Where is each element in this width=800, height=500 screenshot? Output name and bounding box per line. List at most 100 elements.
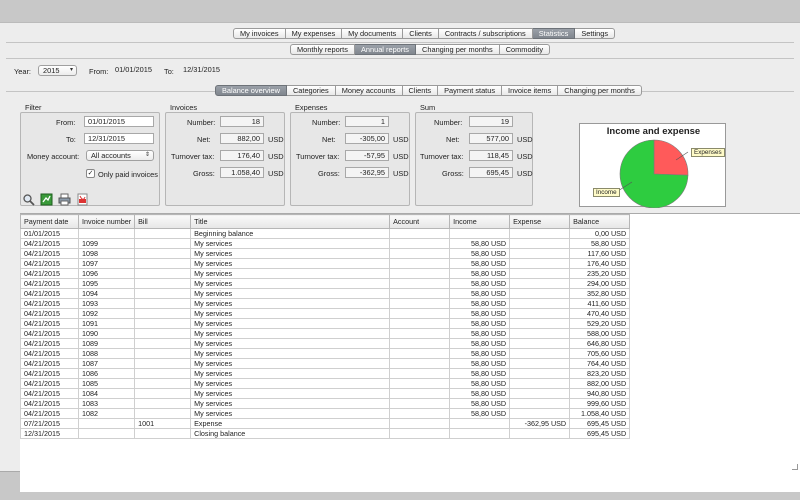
- subtab-commodity[interactable]: Commodity: [499, 44, 551, 55]
- table-row[interactable]: 04/21/2015 1083 My services 58,80 USD 999,60…: [20, 398, 631, 409]
- sum-gross-label: Gross:: [442, 169, 464, 178]
- column-header[interactable]: Payment date: [20, 214, 79, 229]
- table-cell: [509, 268, 571, 279]
- column-header[interactable]: Account: [389, 214, 451, 229]
- period-to-date[interactable]: 12/31/2015: [180, 65, 226, 76]
- window-resize-grip[interactable]: [792, 464, 798, 470]
- subtab-monthly-reports[interactable]: Monthly reports: [290, 44, 355, 55]
- only-paid-checkbox[interactable]: ✓: [86, 169, 95, 178]
- column-header[interactable]: Balance: [569, 214, 631, 229]
- tab-settings[interactable]: Settings: [575, 28, 616, 39]
- table-row[interactable]: 01/01/2015 Beginning balance 0,00 USD: [20, 228, 631, 239]
- viewtab-balance-overview[interactable]: Balance overview: [215, 85, 287, 96]
- table-cell: [509, 328, 571, 339]
- table-cell: 58,80 USD: [449, 388, 511, 399]
- table-cell: 58,80 USD: [449, 408, 511, 419]
- table-cell: 04/21/2015: [20, 348, 79, 359]
- tab-my-documents[interactable]: My documents: [342, 28, 404, 39]
- table-cell: [509, 408, 571, 419]
- table-cell: 58,80 USD: [449, 378, 511, 389]
- subtab-annual-reports[interactable]: Annual reports: [354, 44, 417, 55]
- tab-clients[interactable]: Clients: [403, 28, 439, 39]
- table-cell: [134, 228, 192, 239]
- table-cell: 940,80 USD: [569, 388, 631, 399]
- column-header[interactable]: Invoice number: [77, 214, 136, 229]
- currency-label: USD: [393, 135, 409, 144]
- table-row[interactable]: 04/21/2015 1095 My services 58,80 USD 294,00…: [20, 278, 631, 289]
- table-cell: 294,00 USD: [569, 278, 631, 289]
- sum-gross-field: 695,45: [469, 167, 513, 178]
- filter-to-input[interactable]: 12/31/2015: [84, 133, 154, 144]
- viewtab-categories[interactable]: Categories: [286, 85, 336, 96]
- table-cell: My services: [190, 328, 391, 339]
- table-cell: [509, 388, 571, 399]
- table-row[interactable]: 12/31/2015 Closing balance 695,45 USD: [20, 428, 631, 439]
- table-row[interactable]: 04/21/2015 1088 My services 58,80 USD 705,60…: [20, 348, 631, 359]
- table-cell: 470,40 USD: [569, 308, 631, 319]
- table-row[interactable]: 04/21/2015 1093 My services 58,80 USD 411,60…: [20, 298, 631, 309]
- invoices-number-field: 18: [220, 116, 264, 127]
- sum-net-label: Net:: [446, 135, 460, 144]
- table-cell: [134, 318, 192, 329]
- table-row[interactable]: 04/21/2015 1092 My services 58,80 USD 470,40…: [20, 308, 631, 319]
- transactions-grid[interactable]: Payment date Invoice number Bill Title Accou…: [20, 213, 800, 492]
- table-cell: [449, 428, 511, 439]
- tab-contracts-subscriptions[interactable]: Contracts / subscriptions: [438, 28, 533, 39]
- table-row[interactable]: 04/21/2015 1096 My services 58,80 USD 235,20…: [20, 268, 631, 279]
- search-icon[interactable]: [22, 193, 35, 206]
- table-row[interactable]: 04/21/2015 1097 My services 58,80 USD 176,40…: [20, 258, 631, 269]
- table-cell: 58,80 USD: [449, 398, 511, 409]
- table-cell: 04/21/2015: [20, 338, 79, 349]
- pie-label-expenses: Expenses: [691, 148, 725, 157]
- tab-my-invoices[interactable]: My invoices: [233, 28, 286, 39]
- money-account-select[interactable]: All accounts ⇕: [86, 150, 154, 161]
- column-header[interactable]: Bill: [134, 214, 192, 229]
- print-icon[interactable]: [58, 193, 71, 206]
- column-header[interactable]: Expense: [509, 214, 571, 229]
- filter-from-input[interactable]: 01/01/2015: [84, 116, 154, 127]
- table-cell: [509, 398, 571, 409]
- viewtab-clients[interactable]: Clients: [402, 85, 439, 96]
- table-cell: Closing balance: [190, 428, 391, 439]
- tab-my-expenses[interactable]: My expenses: [285, 28, 343, 39]
- table-cell: 58,80 USD: [449, 268, 511, 279]
- tab-statistics[interactable]: Statistics: [532, 28, 576, 39]
- table-cell: 1093: [77, 298, 136, 309]
- table-cell: 01/01/2015: [20, 228, 79, 239]
- table-row[interactable]: 04/21/2015 1091 My services 58,80 USD 529,20…: [20, 318, 631, 329]
- table-row[interactable]: 04/21/2015 1094 My services 58,80 USD 352,80…: [20, 288, 631, 299]
- table-row[interactable]: 04/21/2015 1099 My services 58,80 USD 58,80 …: [20, 238, 631, 249]
- table-row[interactable]: 04/21/2015 1087 My services 58,80 USD 764,40…: [20, 358, 631, 369]
- table-row[interactable]: 07/21/2015 1001 Expense -362,95 USD 695,45 U…: [20, 418, 631, 429]
- subtab-changing-per-months[interactable]: Changing per months: [416, 44, 500, 55]
- viewtab-money-accounts[interactable]: Money accounts: [335, 85, 403, 96]
- pdf-icon[interactable]: [76, 193, 89, 206]
- table-cell: 1098: [77, 248, 136, 259]
- viewtab-changing-per-months[interactable]: Changing per months: [558, 85, 642, 96]
- currency-label: USD: [517, 152, 533, 161]
- export-spreadsheet-icon[interactable]: [40, 193, 53, 206]
- table-cell: 04/21/2015: [20, 268, 79, 279]
- pie-label-income: Income: [593, 188, 620, 197]
- column-header[interactable]: Income: [449, 214, 511, 229]
- table-row[interactable]: 04/21/2015 1098 My services 58,80 USD 117,60…: [20, 248, 631, 259]
- table-cell: 58,80 USD: [449, 358, 511, 369]
- period-from-date[interactable]: 01/01/2015: [112, 65, 158, 76]
- table-row[interactable]: 04/21/2015 1085 My services 58,80 USD 882,00…: [20, 378, 631, 389]
- table-cell: My services: [190, 338, 391, 349]
- table-cell: [509, 308, 571, 319]
- only-paid-label: Only paid invoices: [98, 170, 158, 179]
- viewtab-payment-status[interactable]: Payment status: [438, 85, 503, 96]
- viewtab-invoice-items[interactable]: Invoice items: [502, 85, 559, 96]
- table-row[interactable]: 04/21/2015 1090 My services 58,80 USD 588,00…: [20, 328, 631, 339]
- table-cell: [509, 228, 571, 239]
- expenses-tax-field: -57,95: [345, 150, 389, 161]
- table-row[interactable]: 04/21/2015 1082 My services 58,80 USD 1.058,…: [20, 408, 631, 419]
- year-select[interactable]: 2015 ▾: [38, 65, 77, 76]
- table-cell: 117,60 USD: [569, 248, 631, 259]
- table-cell: 12/31/2015: [20, 428, 79, 439]
- table-row[interactable]: 04/21/2015 1084 My services 58,80 USD 940,80…: [20, 388, 631, 399]
- column-header[interactable]: Title: [190, 214, 391, 229]
- table-row[interactable]: 04/21/2015 1089 My services 58,80 USD 646,80…: [20, 338, 631, 349]
- table-row[interactable]: 04/21/2015 1086 My services 58,80 USD 823,20…: [20, 368, 631, 379]
